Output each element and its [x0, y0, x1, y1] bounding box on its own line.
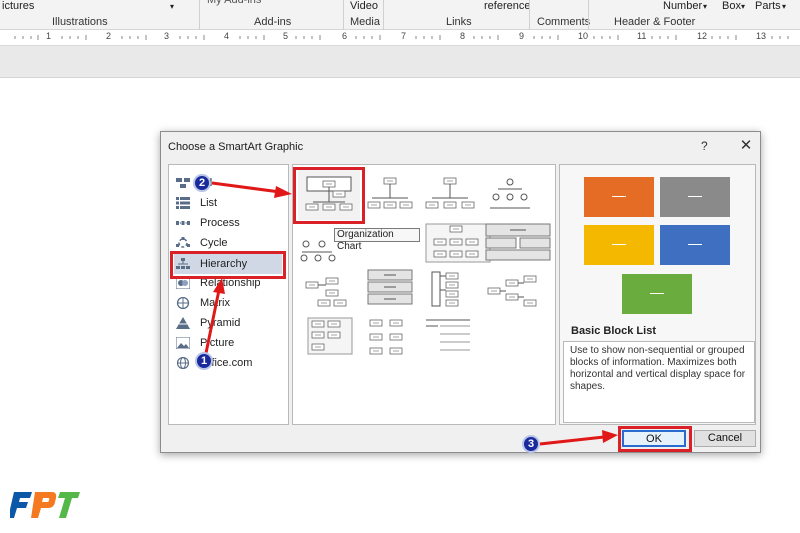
arrow-to-ok: [539, 430, 618, 446]
step-badge-1: 1: [195, 352, 213, 370]
step-badge-3: 3: [522, 435, 540, 453]
step-badge-2: 2: [193, 174, 211, 192]
annotation-arrows: [204, 181, 618, 446]
arrow-to-organization-chart: [211, 181, 292, 198]
arrow-to-hierarchy: [204, 278, 225, 354]
fpt-logo: [10, 492, 80, 518]
